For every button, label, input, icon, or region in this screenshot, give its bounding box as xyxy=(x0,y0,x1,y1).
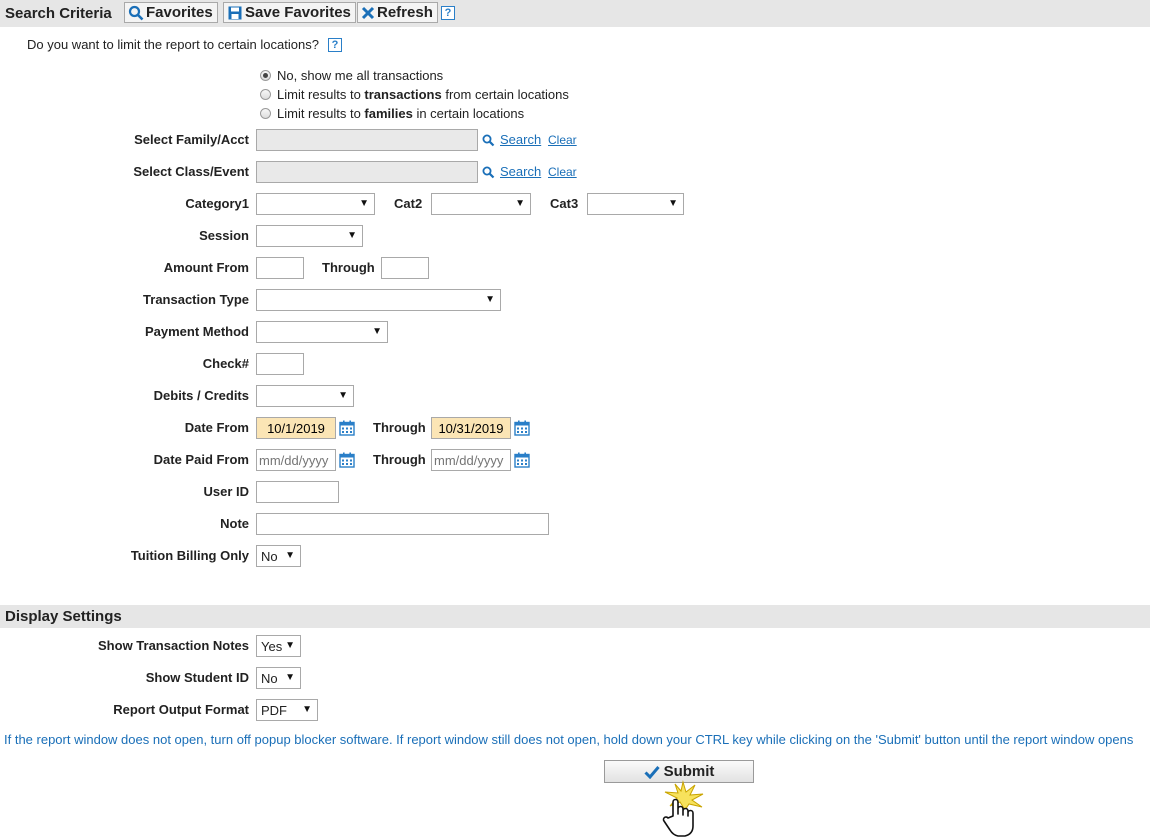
amount-from-input[interactable] xyxy=(256,257,304,279)
note-label: Note xyxy=(220,516,249,531)
date-paid-from-label: Date Paid From xyxy=(153,452,249,467)
output-format-select[interactable]: PDF ▼ xyxy=(256,699,318,721)
location-question: Do you want to limit the report to certa… xyxy=(27,37,319,52)
refresh-button[interactable]: Refresh xyxy=(357,2,438,23)
calendar-icon[interactable] xyxy=(514,452,530,468)
select-value: PDF xyxy=(261,702,287,718)
family-input[interactable] xyxy=(256,129,478,151)
search-icon[interactable] xyxy=(482,166,495,179)
amount-through-label: Through xyxy=(322,260,375,275)
show-notes-label: Show Transaction Notes xyxy=(98,638,249,653)
calendar-icon[interactable] xyxy=(339,452,355,468)
radio-label: No, show me all transactions xyxy=(277,68,444,83)
user-id-input[interactable] xyxy=(256,481,339,503)
category1-label: Category1 xyxy=(185,196,249,211)
search-icon xyxy=(128,5,144,20)
show-student-id-label: Show Student ID xyxy=(145,670,249,685)
check-input[interactable] xyxy=(256,353,304,375)
submit-label: Submit xyxy=(663,763,715,780)
radio-all-transactions[interactable]: No, show me all transactions xyxy=(260,68,443,83)
date-from-input[interactable] xyxy=(256,417,336,439)
close-icon xyxy=(361,6,375,19)
session-select[interactable]: ▼ xyxy=(256,225,363,247)
family-clear-link[interactable]: Clear xyxy=(548,133,577,147)
debits-credits-select[interactable]: ▼ xyxy=(256,385,354,407)
section-title: Display Settings xyxy=(5,608,122,625)
radio-label: Limit results to families in certain loc… xyxy=(277,106,525,121)
refresh-label: Refresh xyxy=(377,4,433,21)
location-help-icon[interactable]: ? xyxy=(328,38,342,52)
cat2-select[interactable]: ▼ xyxy=(431,193,531,215)
display-settings-header: Display Settings xyxy=(0,605,1150,628)
date-paid-from-input[interactable] xyxy=(256,449,336,471)
radio-button[interactable] xyxy=(260,108,271,119)
transaction-type-select[interactable]: ▼ xyxy=(256,289,501,311)
date-from-label: Date From xyxy=(184,420,249,435)
chevron-down-icon: ▼ xyxy=(668,198,678,209)
radio-button[interactable] xyxy=(260,70,271,81)
tuition-billing-select[interactable]: No ▼ xyxy=(256,545,301,567)
class-input[interactable] xyxy=(256,161,478,183)
date-through-input[interactable] xyxy=(431,417,511,439)
select-value: No xyxy=(261,670,278,686)
show-notes-select[interactable]: Yes ▼ xyxy=(256,635,301,657)
family-label: Select Family/Acct xyxy=(134,132,249,147)
transaction-type-label: Transaction Type xyxy=(143,292,249,307)
date-paid-through-input[interactable] xyxy=(431,449,511,471)
chevron-down-icon: ▼ xyxy=(485,294,495,305)
output-format-label: Report Output Format xyxy=(113,702,249,717)
chevron-down-icon: ▼ xyxy=(285,672,295,683)
radio-limit-transactions[interactable]: Limit results to transactions from certa… xyxy=(260,87,569,102)
calendar-icon[interactable] xyxy=(514,420,530,436)
class-search-link[interactable]: Search xyxy=(500,164,541,179)
tuition-billing-label: Tuition Billing Only xyxy=(130,548,249,563)
calendar-icon[interactable] xyxy=(339,420,355,436)
family-search-link[interactable]: Search xyxy=(500,132,541,147)
class-clear-link[interactable]: Clear xyxy=(548,165,577,179)
chevron-down-icon: ▼ xyxy=(372,326,382,337)
popup-notice: If the report window does not open, turn… xyxy=(4,732,1134,747)
favorites-button[interactable]: Favorites xyxy=(124,2,218,23)
payment-method-select[interactable]: ▼ xyxy=(256,321,388,343)
help-icon[interactable]: ? xyxy=(441,6,455,20)
section-title: Search Criteria xyxy=(5,5,112,22)
save-icon xyxy=(228,6,242,19)
note-input[interactable] xyxy=(256,513,549,535)
chevron-down-icon: ▼ xyxy=(302,704,312,715)
date-through-label: Through xyxy=(373,420,426,435)
hand-pointer-icon xyxy=(662,780,704,837)
show-student-id-select[interactable]: No ▼ xyxy=(256,667,301,689)
debits-credits-label: Debits / Credits xyxy=(153,388,249,403)
save-favorites-button[interactable]: Save Favorites xyxy=(223,2,356,23)
chevron-down-icon: ▼ xyxy=(338,390,348,401)
chevron-down-icon: ▼ xyxy=(285,550,295,561)
amount-through-input[interactable] xyxy=(381,257,429,279)
category1-select[interactable]: ▼ xyxy=(256,193,375,215)
radio-label: Limit results to transactions from certa… xyxy=(277,87,569,102)
radio-button[interactable] xyxy=(260,89,271,100)
search-icon[interactable] xyxy=(482,134,495,147)
favorites-label: Favorites xyxy=(146,4,213,21)
cat2-label: Cat2 xyxy=(394,196,423,211)
check-label: Check# xyxy=(202,356,249,371)
session-label: Session xyxy=(199,228,249,243)
user-id-label: User ID xyxy=(203,484,249,499)
save-favorites-label: Save Favorites xyxy=(245,4,351,21)
chevron-down-icon: ▼ xyxy=(285,640,295,651)
payment-method-label: Payment Method xyxy=(144,324,249,339)
amount-from-label: Amount From xyxy=(163,260,249,275)
toolbar: Search Criteria Favorites Save Favorites… xyxy=(0,0,1150,27)
select-value: No xyxy=(261,548,278,564)
chevron-down-icon: ▼ xyxy=(515,198,525,209)
cat3-select[interactable]: ▼ xyxy=(587,193,684,215)
class-label: Select Class/Event xyxy=(133,164,249,179)
cat3-label: Cat3 xyxy=(550,196,579,211)
radio-limit-families[interactable]: Limit results to families in certain loc… xyxy=(260,106,524,121)
chevron-down-icon: ▼ xyxy=(347,230,357,241)
date-paid-through-label: Through xyxy=(373,452,426,467)
check-icon xyxy=(644,765,660,779)
chevron-down-icon: ▼ xyxy=(359,198,369,209)
select-value: Yes xyxy=(261,638,283,654)
